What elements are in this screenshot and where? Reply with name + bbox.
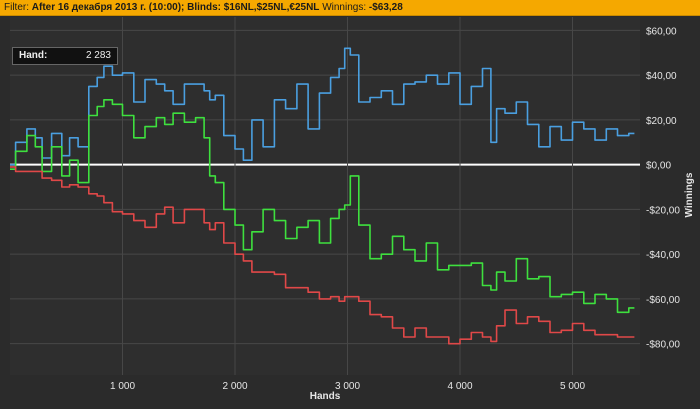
winnings-chart[interactable]: $60,00 $40,00 $20,00 $0,00 -$20,00 -$40,00 -$6…	[0, 17, 700, 404]
hand-readout: Hand: 2 283	[12, 47, 118, 65]
y-axis-label: Winnings	[684, 172, 695, 217]
y-tick-label: -$60,00	[646, 295, 680, 306]
hand-label: Hand:	[19, 50, 48, 61]
x-tick-label: 2 000	[222, 381, 247, 392]
filter-prefix: Filter:	[4, 2, 29, 13]
chart-area[interactable]: $60,00 $40,00 $20,00 $0,00 -$20,00 -$40,00 -$6…	[0, 17, 700, 404]
filter-bar: Filter: After 16 декабря 2013 г. (10:00)…	[0, 0, 700, 16]
winnings-value: -$63,28	[368, 2, 403, 13]
y-tick-label: $40,00	[646, 71, 677, 82]
x-tick-label: 5 000	[560, 381, 585, 392]
filter-text: After 16 декабря 2013 г. (10:00); Blinds…	[31, 2, 320, 13]
y-tick-label: $0,00	[646, 161, 671, 172]
y-tick-label: -$80,00	[646, 340, 680, 351]
y-tick-label: $20,00	[646, 116, 677, 127]
x-tick-label: 4 000	[447, 381, 472, 392]
x-axis-ticks: 1 000 2 000 3 000 4 000 5 000	[110, 381, 585, 392]
y-axis-ticks: $60,00 $40,00 $20,00 $0,00 -$20,00 -$40,00 -$6…	[646, 26, 680, 350]
hand-value: 2 283	[85, 50, 111, 61]
x-axis-label: Hands	[310, 391, 341, 402]
y-tick-label: -$40,00	[646, 250, 680, 261]
y-tick-label: -$20,00	[646, 205, 680, 216]
winnings-label: Winnings:	[322, 2, 367, 13]
x-tick-label: 1 000	[110, 381, 135, 392]
y-tick-label: $60,00	[646, 26, 677, 37]
